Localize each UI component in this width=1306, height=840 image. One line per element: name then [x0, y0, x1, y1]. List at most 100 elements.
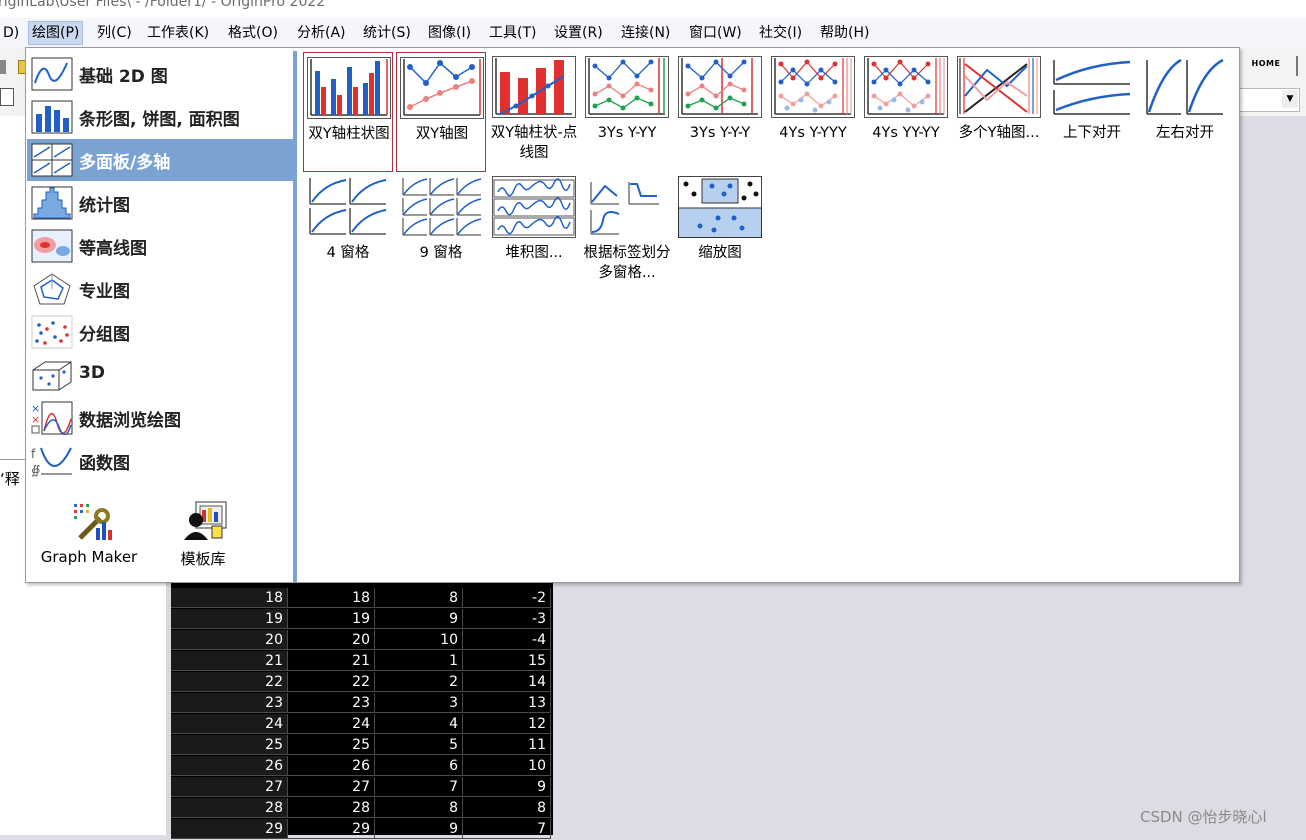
new-worksheet-icon[interactable] — [0, 88, 14, 106]
col-c-cell[interactable]: 15 — [463, 651, 551, 671]
plot-template-item[interactable]: 双Y轴柱状-点线图 — [489, 52, 579, 172]
table-row[interactable]: 28 28 8 8 — [171, 798, 553, 819]
col-c-cell[interactable]: 10 — [463, 756, 551, 776]
plot-template-item[interactable]: 根据标签划分多窗格... — [582, 172, 672, 292]
table-row[interactable]: 20 20 10 -4 — [171, 630, 553, 651]
plot-category-item[interactable]: × × 数据浏览绘图 — [27, 397, 293, 439]
col-c-cell[interactable]: 7 — [463, 819, 551, 839]
row-header-cell[interactable]: 19 — [171, 609, 288, 629]
plot-template-item[interactable]: 9 窗格 — [396, 172, 486, 292]
menu-item[interactable]: 统计(S) — [360, 22, 414, 44]
plot-template-item[interactable]: 3Ys Y-Y-Y — [675, 52, 765, 172]
plot-template-item[interactable]: 4Ys YY-YY — [861, 52, 951, 172]
plot-template-item[interactable]: 堆积图... — [489, 172, 579, 292]
plot-category-item[interactable]: 条形图, 饼图, 面积图 — [27, 96, 293, 138]
row-header-cell[interactable]: 29 — [171, 819, 288, 839]
plot-category-item[interactable]: 基础 2D 图 — [27, 53, 293, 95]
plot-category-item[interactable]: 分组图 — [27, 311, 293, 353]
menu-item[interactable]: 绘图(P) — [28, 21, 84, 45]
row-header-cell[interactable]: 25 — [171, 735, 288, 755]
col-a-cell[interactable]: 21 — [288, 651, 375, 671]
menu-item[interactable]: 图像(I) — [425, 22, 474, 44]
table-row[interactable]: 21 21 1 15 — [171, 651, 553, 672]
col-a-cell[interactable]: 18 — [288, 588, 375, 608]
col-a-cell[interactable]: 28 — [288, 798, 375, 818]
plot-category-item[interactable]: f ∯ 函数图 — [27, 440, 293, 482]
table-row[interactable]: 24 24 4 12 — [171, 714, 553, 735]
plot-template-item[interactable]: 双Y轴柱状图 — [303, 52, 393, 172]
col-b-cell[interactable]: 9 — [375, 609, 463, 629]
plot-template-item[interactable]: 双Y轴图 — [396, 52, 486, 172]
col-b-cell[interactable]: 8 — [375, 798, 463, 818]
row-header-cell[interactable]: 18 — [171, 588, 288, 608]
home-button[interactable]: HOME — [1250, 56, 1282, 72]
col-a-cell[interactable]: 29 — [288, 819, 375, 839]
col-b-cell[interactable]: 10 — [375, 630, 463, 650]
plot-category-item[interactable]: 3D — [27, 354, 293, 396]
table-row[interactable]: 23 23 3 13 — [171, 693, 553, 714]
menu-item[interactable]: 工作表(K) — [144, 22, 212, 44]
row-header-cell[interactable]: 20 — [171, 630, 288, 650]
row-header-cell[interactable]: 21 — [171, 651, 288, 671]
col-b-cell[interactable]: 9 — [375, 819, 463, 839]
chevron-down-icon[interactable]: ▼ — [1282, 90, 1298, 108]
col-b-cell[interactable]: 6 — [375, 756, 463, 776]
col-a-cell[interactable]: 23 — [288, 693, 375, 713]
col-a-cell[interactable]: 22 — [288, 672, 375, 692]
col-b-cell[interactable]: 3 — [375, 693, 463, 713]
plot-template-item[interactable]: 4Ys Y-YYY — [768, 52, 858, 172]
col-c-cell[interactable]: 11 — [463, 735, 551, 755]
col-a-cell[interactable]: 26 — [288, 756, 375, 776]
col-c-cell[interactable]: 14 — [463, 672, 551, 692]
menu-item[interactable]: 工具(T) — [486, 22, 539, 44]
col-a-cell[interactable]: 27 — [288, 777, 375, 797]
row-header-cell[interactable]: 24 — [171, 714, 288, 734]
menu-item[interactable]: 列(C) — [94, 22, 135, 44]
col-c-cell[interactable]: -2 — [463, 588, 551, 608]
template-library-button[interactable]: 模板库 — [148, 496, 258, 568]
menu-item[interactable]: 帮助(H) — [817, 22, 872, 44]
col-b-cell[interactable]: 1 — [375, 651, 463, 671]
col-a-cell[interactable]: 20 — [288, 630, 375, 650]
table-row[interactable]: 19 19 9 -3 — [171, 609, 553, 630]
col-b-cell[interactable]: 5 — [375, 735, 463, 755]
plot-template-item[interactable]: 左右对开 — [1140, 52, 1230, 172]
menu-item[interactable]: 分析(A) — [294, 22, 349, 44]
row-header-cell[interactable]: 27 — [171, 777, 288, 797]
col-c-cell[interactable]: 8 — [463, 798, 551, 818]
col-c-cell[interactable]: 9 — [463, 777, 551, 797]
plot-template-item[interactable]: 多个Y轴图... — [954, 52, 1044, 172]
plot-template-item[interactable]: 3Ys Y-YY — [582, 52, 672, 172]
plot-category-item[interactable]: 多面板/多轴 — [27, 139, 293, 181]
menu-item[interactable]: 设置(R) — [551, 22, 606, 44]
row-header-cell[interactable]: 22 — [171, 672, 288, 692]
col-a-cell[interactable]: 19 — [288, 609, 375, 629]
plot-category-item[interactable]: 等高线图 — [27, 225, 293, 267]
plot-template-item[interactable]: 上下对开 — [1047, 52, 1137, 172]
menu-item[interactable]: 窗口(W) — [686, 22, 745, 44]
worksheet-grid[interactable]: 18 18 8 -2 19 19 9 -3 20 20 10 -4 21 21 1 15 22 22 2 14 23 23… — [171, 582, 553, 839]
table-row[interactable]: 29 29 9 7 — [171, 819, 553, 840]
table-row[interactable]: 27 27 7 9 — [171, 777, 553, 798]
table-row[interactable]: 25 25 5 11 — [171, 735, 553, 756]
table-row[interactable]: 18 18 8 -2 — [171, 588, 553, 609]
plot-category-item[interactable]: 专业图 — [27, 268, 293, 310]
menu-item[interactable]: 社交(I) — [756, 22, 805, 44]
row-header-cell[interactable]: 23 — [171, 693, 288, 713]
table-row[interactable]: 22 22 2 14 — [171, 672, 553, 693]
col-b-cell[interactable]: 7 — [375, 777, 463, 797]
col-a-cell[interactable]: 25 — [288, 735, 375, 755]
col-c-cell[interactable]: -4 — [463, 630, 551, 650]
col-c-cell[interactable]: 13 — [463, 693, 551, 713]
plot-category-item[interactable]: 统计图 — [27, 182, 293, 224]
table-row[interactable]: 26 26 6 10 — [171, 756, 553, 777]
plot-template-item[interactable]: 缩放图 — [675, 172, 765, 292]
col-b-cell[interactable]: 2 — [375, 672, 463, 692]
menu-item[interactable]: 连接(N) — [618, 22, 673, 44]
plot-template-item[interactable]: 4 窗格 — [303, 172, 393, 292]
col-a-cell[interactable]: 24 — [288, 714, 375, 734]
col-b-cell[interactable]: 4 — [375, 714, 463, 734]
col-c-cell[interactable]: -3 — [463, 609, 551, 629]
menu-item[interactable]: 格式(O) — [225, 22, 281, 44]
col-b-cell[interactable]: 8 — [375, 588, 463, 608]
